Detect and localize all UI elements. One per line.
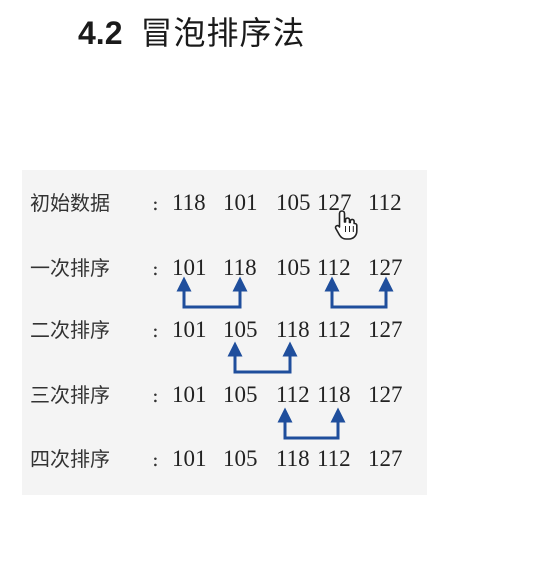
- value-cell: 101: [172, 446, 207, 471]
- value-cell: 101: [223, 190, 258, 215]
- value-cell: 112: [276, 382, 310, 407]
- row-colon: :: [152, 383, 159, 407]
- slide-title: 4.2 冒泡排序法: [78, 8, 306, 58]
- value-cell: 118: [317, 382, 351, 407]
- value-cell: 127: [368, 382, 403, 407]
- value-cell: 127: [368, 255, 403, 280]
- row-label: 初始数据: [30, 191, 110, 215]
- value-cell: 127: [368, 446, 403, 471]
- value-cell: 105: [276, 255, 311, 280]
- bubble-sort-figure: 初始数据 : 118 101 105 127 112 一次排序 : 101 11…: [22, 170, 427, 495]
- section-number: 4.2: [78, 15, 123, 51]
- hand-pointer-icon: [334, 210, 358, 240]
- value-cell: 118: [276, 446, 310, 471]
- value-cell: 127: [368, 317, 403, 342]
- row-colon: :: [152, 256, 159, 280]
- row-label: 三次排序: [30, 383, 110, 407]
- row-label: 二次排序: [30, 318, 110, 342]
- value-cell: 118: [172, 190, 206, 215]
- value-cell: 112: [317, 317, 351, 342]
- value-cell: 105: [276, 190, 311, 215]
- value-cell: 105: [223, 317, 258, 342]
- value-cell: 105: [223, 446, 258, 471]
- value-cell: 112: [317, 255, 351, 280]
- value-cell: 105: [223, 382, 258, 407]
- row-colon: :: [152, 447, 159, 471]
- value-cell: 101: [172, 255, 207, 280]
- value-cell: 118: [276, 317, 310, 342]
- value-cell: 112: [317, 446, 351, 471]
- value-cell: 112: [368, 190, 402, 215]
- row-label: 四次排序: [30, 447, 110, 471]
- row-colon: :: [152, 191, 159, 215]
- section-title: 冒泡排序法: [140, 14, 306, 52]
- value-cell: 118: [223, 255, 257, 280]
- value-cell: 101: [172, 317, 207, 342]
- row-label: 一次排序: [30, 256, 110, 280]
- value-cell: 101: [172, 382, 207, 407]
- row-colon: :: [152, 318, 159, 342]
